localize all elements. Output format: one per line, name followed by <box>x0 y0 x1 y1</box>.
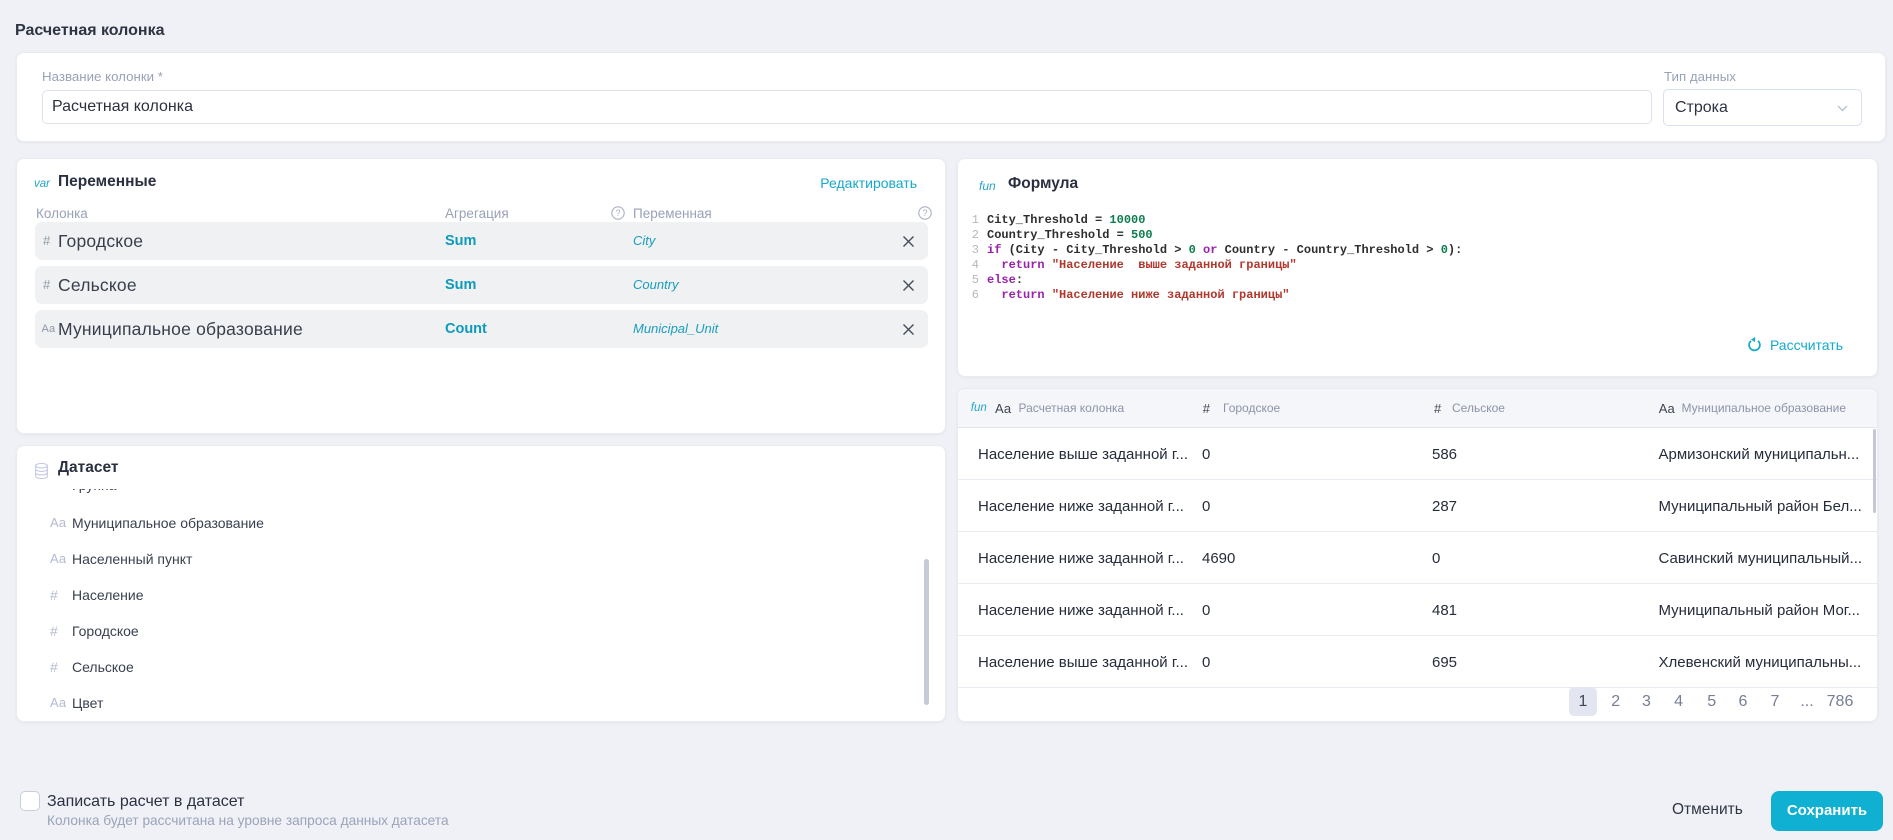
svg-text:?: ? <box>922 208 927 218</box>
svg-text:?: ? <box>615 208 620 218</box>
